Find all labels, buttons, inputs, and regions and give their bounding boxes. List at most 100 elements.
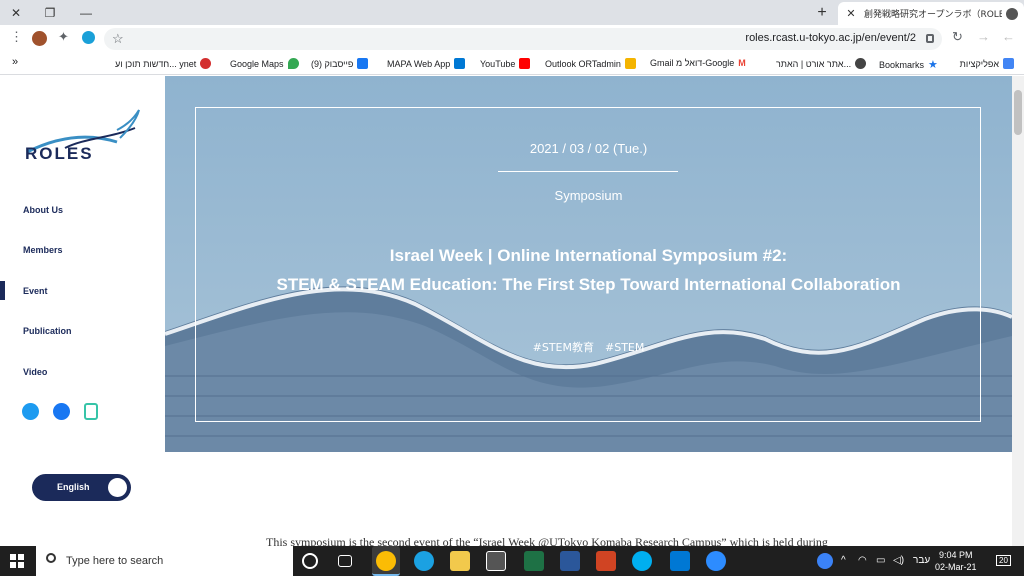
event-intro-text: This symposium is the second event of th… <box>266 535 828 546</box>
bookmark-outlook[interactable]: Outlook ORTadmin <box>545 58 636 69</box>
logo-text[interactable]: ROLES <box>25 144 94 164</box>
event-title: Israel Week | Online International Sympo… <box>165 241 1012 299</box>
page-scrollbar[interactable] <box>1012 76 1024 546</box>
language-indicator[interactable]: עבר <box>913 555 930 566</box>
windows-start-icon[interactable] <box>10 554 24 568</box>
language-label: English <box>57 482 90 492</box>
reload-icon[interactable]: ↻ <box>952 29 963 45</box>
menu-dots-icon[interactable]: ⋮ <box>10 29 23 45</box>
file-explorer-icon[interactable] <box>450 551 470 571</box>
extensions-puzzle-icon[interactable]: ✦ <box>58 29 69 45</box>
event-hero: 2021 / 03 / 02 (Tue.) Symposium Israel W… <box>165 76 1012 452</box>
cortana-icon[interactable] <box>302 553 318 569</box>
note-icon[interactable] <box>84 403 98 420</box>
volume-icon[interactable]: ◁) <box>893 555 904 566</box>
bookmark-facebook[interactable]: (9) פייסבוק <box>311 58 369 69</box>
zoom-icon[interactable] <box>706 551 726 571</box>
battery-icon[interactable]: ▭ <box>876 555 885 566</box>
sidebar: ROLES About Us Members Event Publication… <box>0 76 165 546</box>
bookmark-label: Outlook ORTadmin <box>545 58 621 69</box>
skype-icon[interactable] <box>632 551 652 571</box>
url-text[interactable]: roles.rcast.u-tokyo.ac.jp/en/event/2 <box>745 32 916 44</box>
bookmark-ort[interactable]: אתר אורט | האתר... <box>776 58 867 69</box>
excel-icon[interactable] <box>524 551 544 571</box>
bookmark-label: Gmail דואל מ-Google <box>650 58 735 68</box>
restore-window-button[interactable]: ❐ <box>34 0 66 25</box>
system-clock[interactable]: 9:04 PM 02-Mar-21 <box>935 549 977 573</box>
back-icon[interactable]: ← <box>1002 29 1015 44</box>
outlook-blue-icon <box>454 58 466 69</box>
gmail-icon: M <box>738 58 746 68</box>
close-tab-icon[interactable]: ✕ <box>844 7 858 20</box>
edge-icon[interactable] <box>414 551 434 571</box>
windows-taskbar: Type here to search ^ ◠ ▭ ◁) עבר 9:04 PM… <box>0 546 1024 576</box>
bookmark-youtube[interactable]: YouTube <box>480 58 531 69</box>
bookmark-label: MAPA Web App <box>387 58 451 69</box>
bookmark-label: חדשות תוכן וע... ynet <box>115 58 197 69</box>
minimize-window-button[interactable]: — <box>70 0 102 25</box>
clock-time: 9:04 PM <box>938 550 973 560</box>
browser-tab[interactable]: ✕ 創発戦略研究オープンラボ（ROLES <box>838 2 1024 25</box>
store-icon[interactable] <box>486 551 506 571</box>
bookmark-label: אפליקציות <box>959 58 999 69</box>
lock-icon[interactable] <box>926 34 934 43</box>
tab-bar: ✕ ❐ — + ✕ 創発戦略研究オープンラボ（ROLES <box>0 0 1024 25</box>
powerpoint-icon[interactable] <box>596 551 616 571</box>
bookmark-ynet[interactable]: חדשות תוכן וע... ynet <box>115 58 212 69</box>
twitter-icon[interactable] <box>22 403 39 420</box>
bookmarks-bar: » אפליקציות Bookmarks ★ אתר אורט | האתר..… <box>0 53 1024 75</box>
bookmark-label: Google Maps <box>230 58 284 69</box>
taskbar-search[interactable]: Type here to search <box>36 546 293 576</box>
bookmarks-overflow-icon[interactable]: » <box>12 56 18 68</box>
outlook-icon[interactable] <box>670 551 690 571</box>
notifications-badge[interactable]: 20 <box>996 555 1011 566</box>
new-tab-button[interactable]: + <box>812 3 832 23</box>
nav-about-us[interactable]: About Us <box>23 205 63 215</box>
bookmark-mapa[interactable]: MAPA Web App <box>387 58 466 69</box>
chevron-up-icon[interactable]: ^ <box>841 555 846 566</box>
nav-members[interactable]: Members <box>23 245 63 255</box>
facebook-icon[interactable] <box>53 403 70 420</box>
nav-publication[interactable]: Publication <box>23 326 72 336</box>
clock-date: 02-Mar-21 <box>935 562 977 572</box>
wifi-icon[interactable]: ◠ <box>858 555 867 566</box>
language-toggle[interactable]: English <box>32 474 131 501</box>
globe-icon <box>1006 7 1018 20</box>
event-date: 2021 / 03 / 02 (Tue.) <box>529 141 648 156</box>
divider <box>498 171 678 172</box>
task-view-icon[interactable] <box>338 555 352 567</box>
profile-avatar-icon[interactable] <box>32 31 47 46</box>
globe-icon <box>855 58 867 69</box>
bookmark-apps[interactable]: אפליקציות <box>960 58 1014 69</box>
outlook-icon <box>624 58 636 69</box>
word-icon[interactable] <box>560 551 580 571</box>
bookmark-maps[interactable]: Google Maps <box>230 58 299 69</box>
scrollbar-thumb[interactable] <box>1014 90 1022 135</box>
bookmark-label: YouTube <box>480 58 516 69</box>
event-category: Symposium <box>554 188 623 203</box>
apps-grid-icon <box>1003 58 1014 69</box>
event-title-line2: STEM & STEAM Education: The First Step T… <box>276 275 901 294</box>
bookmark-label: אתר אורט | האתר... <box>776 58 852 69</box>
forward-icon[interactable]: → <box>977 29 990 44</box>
shield-extension-icon[interactable] <box>82 31 95 44</box>
search-placeholder: Type here to search <box>66 555 164 567</box>
web-page: ROLES About Us Members Event Publication… <box>0 76 1024 546</box>
bookmark-gmail[interactable]: Gmail דואל מ-Google M <box>650 58 746 68</box>
browser-toolbar: ☆ roles.rcast.u-tokyo.ac.jp/en/event/2 <box>0 25 1024 53</box>
bookmark-star-icon[interactable]: ☆ <box>112 31 124 47</box>
tab-title: 創発戦略研究オープンラボ（ROLES <box>864 10 1002 20</box>
bookmark-bookmarks[interactable]: Bookmarks ★ <box>879 58 938 71</box>
chrome-icon <box>376 551 396 571</box>
nav-event[interactable]: Event <box>23 286 48 296</box>
active-nav-marker <box>0 281 5 300</box>
nav-video[interactable]: Video <box>23 367 47 377</box>
search-icon <box>46 553 56 563</box>
event-tags[interactable]: #STEM教育 #STEM <box>165 339 1012 355</box>
bookmark-label: (9) פייסבוק <box>311 58 354 69</box>
address-bar[interactable]: ☆ roles.rcast.u-tokyo.ac.jp/en/event/2 <box>104 28 942 50</box>
close-window-button[interactable]: ✕ <box>0 0 32 25</box>
toggle-knob <box>108 478 127 497</box>
star-icon: ★ <box>928 59 938 71</box>
help-icon[interactable] <box>817 553 833 569</box>
